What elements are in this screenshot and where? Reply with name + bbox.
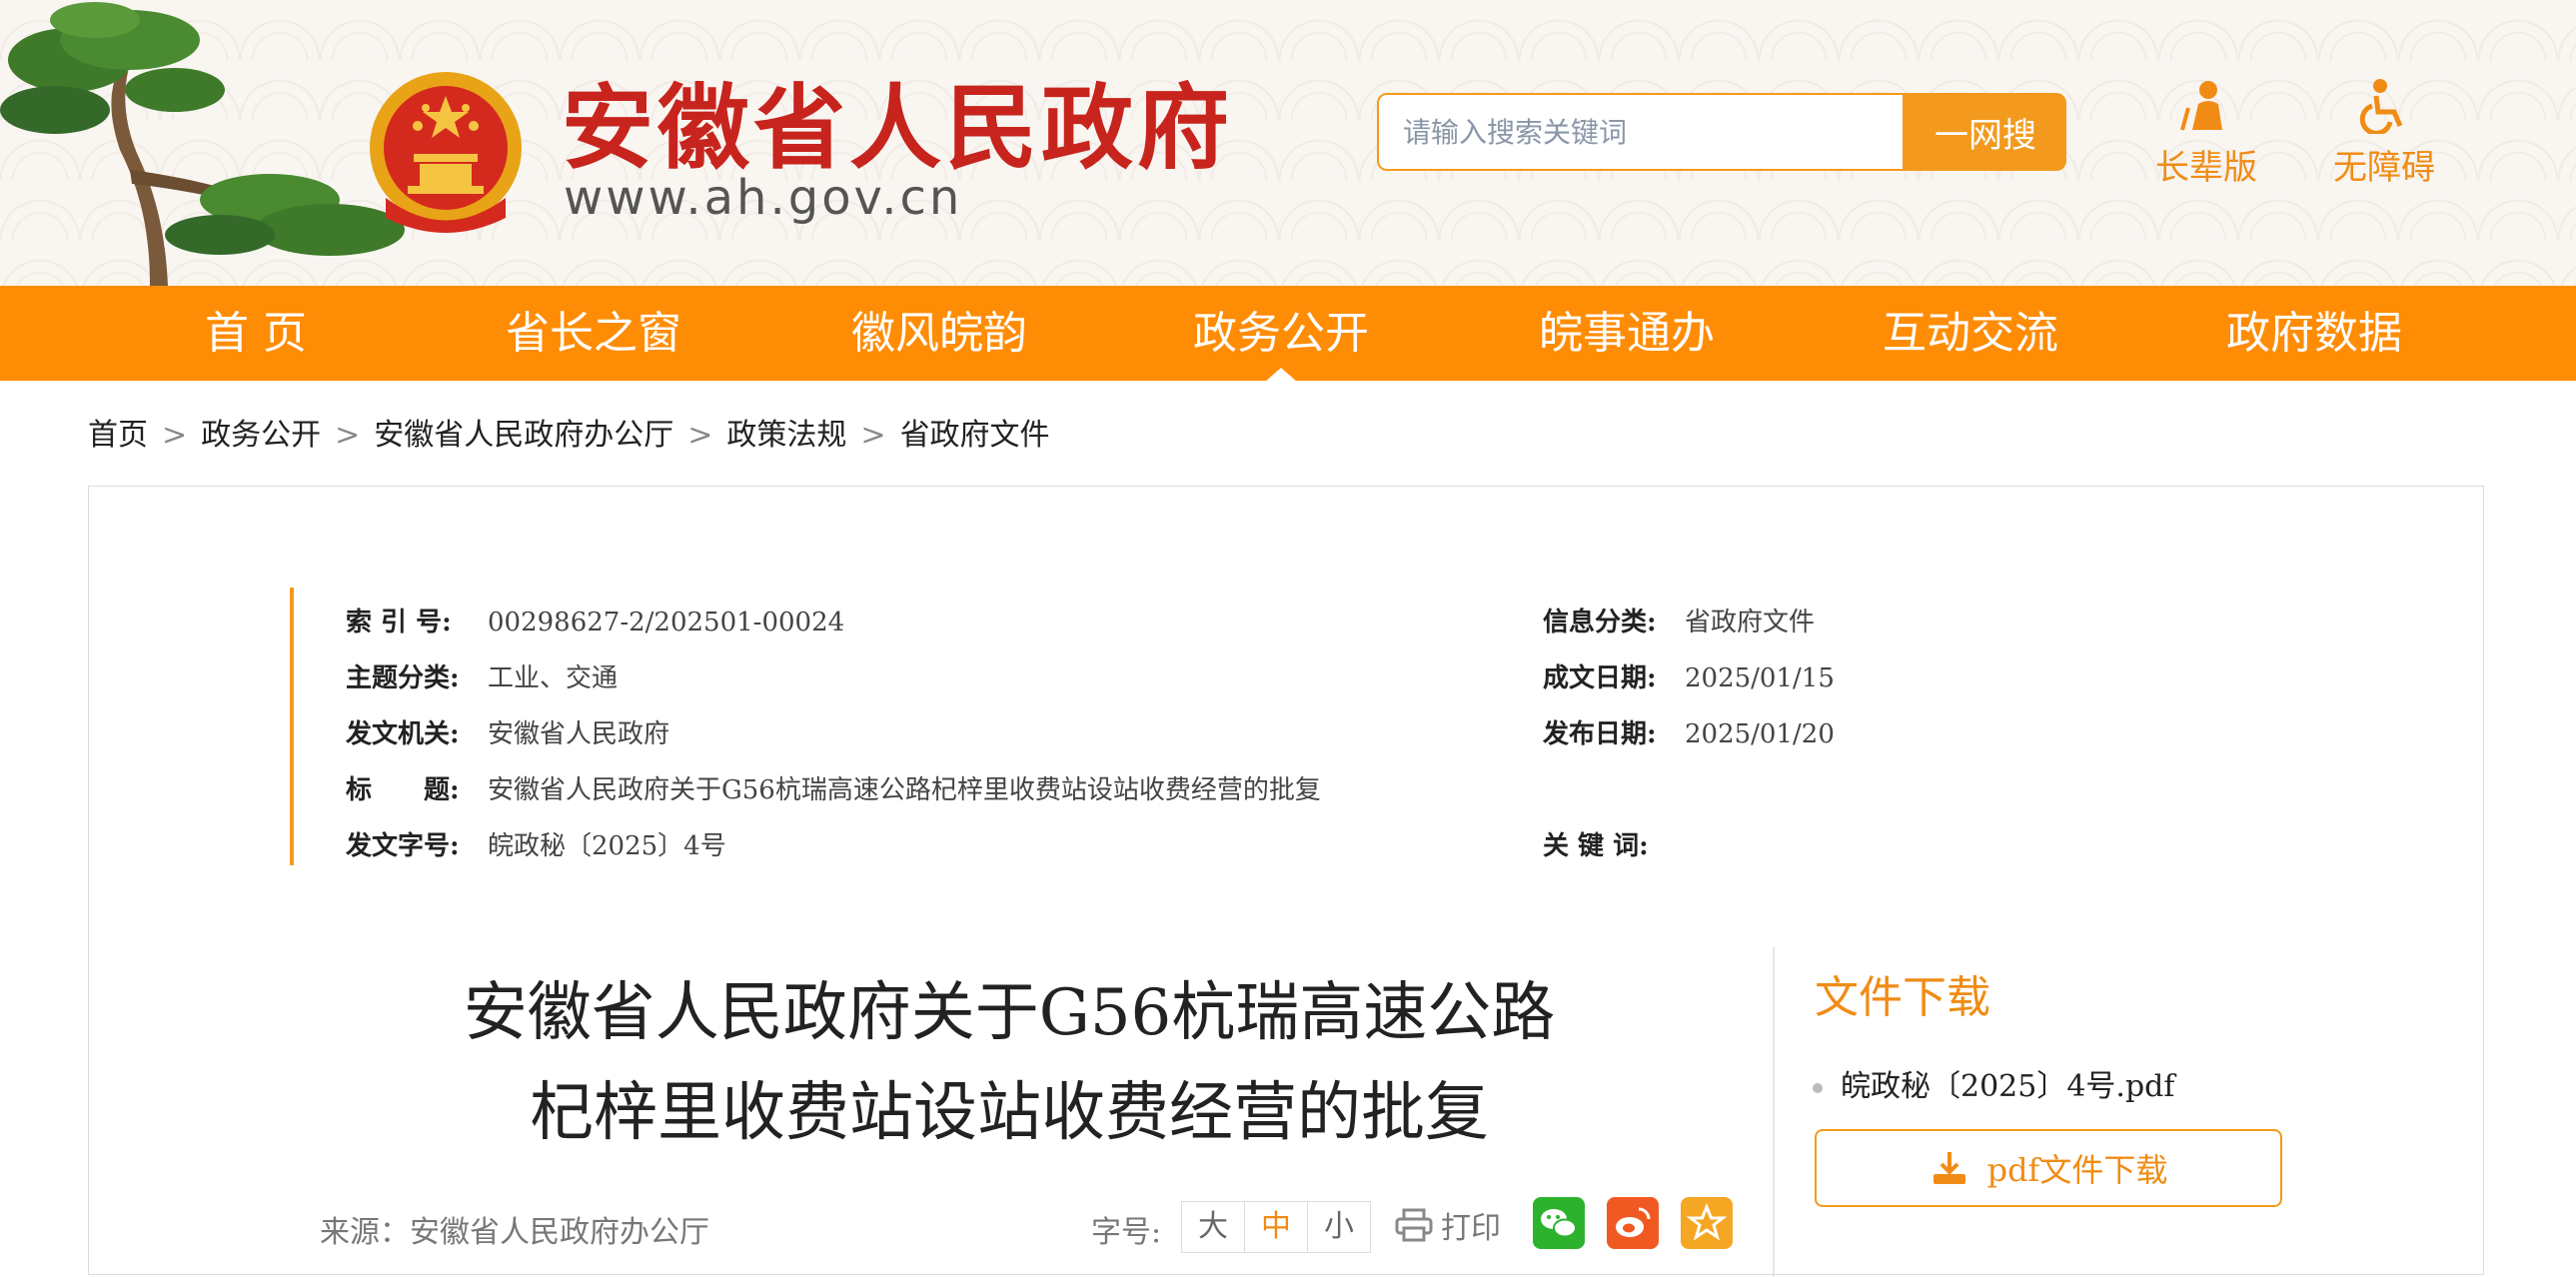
meta-label: 发文字号: [346, 831, 460, 861]
search-button[interactable]: 一网搜 [1905, 93, 2066, 171]
meta-label: 发布日期: [1543, 719, 1657, 749]
meta-value: 皖政秘〔2025〕4号 [488, 831, 726, 861]
download-file-name: 皖政秘〔2025〕4号.pdf [1841, 1069, 2175, 1104]
breadcrumb-office[interactable]: 安徽省人民政府办公厅 [374, 418, 673, 453]
breadcrumb-gov-affairs[interactable]: 政务公开 [201, 418, 321, 453]
meta-index-no: 索 引 号: 00298627-2/202501-00024 [346, 602, 844, 638]
search-input[interactable] [1379, 95, 1903, 169]
site-header: 安徽省人民政府 www.ah.gov.cn 一网搜 长辈版 无障碍 [0, 0, 2576, 286]
nav-item-home[interactable]: 首 页 [106, 286, 406, 381]
meta-label: 信息分类: [1543, 608, 1657, 638]
nav-item-culture[interactable]: 徽风皖韵 [789, 286, 1089, 381]
meta-label: 关 键 词: [1543, 831, 1649, 861]
meta-value: 工业、交通 [488, 663, 619, 693]
breadcrumb-separator: > [162, 418, 188, 453]
elder-mode-button[interactable]: 长辈版 [2146, 78, 2266, 189]
breadcrumb-home[interactable]: 首页 [88, 418, 148, 453]
breadcrumb-policies[interactable]: 政策法规 [726, 418, 846, 453]
article-title-line: 杞梓里收费站设站收费经营的批复 [530, 1076, 1489, 1150]
meta-written-date: 成文日期: 2025/01/15 [1543, 657, 1835, 694]
font-size-large-button[interactable]: 大 [1182, 1202, 1245, 1252]
wechat-icon [1541, 1209, 1577, 1238]
meta-label: 成文日期: [1543, 663, 1657, 693]
accessibility-label: 无障碍 [2333, 148, 2435, 188]
favorite-icon [1686, 1203, 1728, 1241]
nav-item-data[interactable]: 政府数据 [2164, 286, 2464, 381]
meta-label: 发文机关: [346, 719, 460, 749]
nav-item-services[interactable]: 皖事通办 [1477, 286, 1777, 381]
meta-label: 主题分类: [346, 663, 460, 693]
wheelchair-icon [2359, 79, 2403, 134]
meta-value: 省政府文件 [1685, 608, 1816, 638]
meta-keywords: 关 键 词: [1543, 825, 1685, 862]
download-icon [1932, 1152, 1965, 1184]
font-size-selector: 大 中 小 [1181, 1201, 1371, 1253]
meta-doc-no: 发文字号: 皖政秘〔2025〕4号 [346, 825, 726, 862]
document-meta-box: 索 引 号: 00298627-2/202501-00024 信息分类: 省政府文件… [290, 588, 2192, 865]
breadcrumb: 首页 > 政务公开 > 安徽省人民政府办公厅 > 政策法规 > 省政府文件 [88, 410, 1050, 454]
meta-label: 索 引 号: [346, 608, 452, 638]
search-field[interactable] [1377, 93, 1905, 171]
nav-item-gov-affairs[interactable]: 政务公开 [1131, 286, 1431, 382]
print-label: 打印 [1441, 1211, 1501, 1246]
breadcrumb-provincial-docs[interactable]: 省政府文件 [900, 418, 1050, 453]
breadcrumb-separator: > [860, 418, 886, 453]
meta-publish-date: 发布日期: 2025/01/20 [1543, 713, 1835, 750]
meta-value: 安徽省人民政府 [488, 719, 670, 749]
accessibility-button[interactable]: 无障碍 [2324, 78, 2444, 189]
share-wechat-button[interactable] [1533, 1197, 1585, 1249]
pdf-download-label: pdf文件下载 [1986, 1151, 2168, 1189]
download-section-title: 文件下载 [1815, 972, 1990, 1023]
main-nav: 首 页 省长之窗 徽风皖韵 政务公开 皖事通办 互动交流 政府数据 [0, 286, 2576, 382]
site-name: 安徽省人民政府 [562, 75, 1234, 182]
elder-mode-label: 长辈版 [2155, 148, 2257, 188]
national-emblem-logo [370, 72, 522, 233]
meta-value: 2025/01/20 [1685, 719, 1835, 749]
bullet-dot [1813, 1083, 1823, 1093]
pdf-download-button[interactable]: pdf文件下载 [1815, 1129, 2282, 1207]
print-button[interactable]: 打印 [1395, 1203, 1501, 1247]
meta-label: 标 题: [346, 775, 460, 805]
font-size-small-button[interactable]: 小 [1308, 1202, 1370, 1252]
site-url: www.ah.gov.cn [564, 170, 963, 226]
download-file-link[interactable]: 皖政秘〔2025〕4号.pdf [1813, 1061, 2174, 1105]
meta-issuer: 发文机关: 安徽省人民政府 [346, 713, 669, 750]
nav-item-interaction[interactable]: 互动交流 [1821, 286, 2120, 381]
meta-category: 信息分类: 省政府文件 [1543, 602, 1815, 638]
sidebar-divider [1773, 947, 1775, 1277]
meta-topic: 主题分类: 工业、交通 [346, 657, 618, 694]
share-weibo-button[interactable] [1607, 1197, 1659, 1249]
breadcrumb-separator: > [335, 418, 361, 453]
article-source: 来源：安徽省人民政府办公厅 [320, 1215, 709, 1250]
meta-value: 00298627-2/202501-00024 [488, 608, 845, 638]
weibo-icon [1616, 1207, 1651, 1237]
breadcrumb-separator: > [687, 418, 713, 453]
nav-item-governor[interactable]: 省长之窗 [444, 286, 743, 381]
favorite-button[interactable] [1681, 1197, 1733, 1249]
font-size-medium-button[interactable]: 中 [1245, 1202, 1308, 1252]
article-title: 安徽省人民政府关于G56杭瑞高速公路 杞梓里收费站设站收费经营的批复 [340, 963, 1679, 1163]
elder-icon [2180, 81, 2222, 131]
meta-value: 安徽省人民政府关于G56杭瑞高速公路杞梓里收费站设站收费经营的批复 [488, 775, 1321, 805]
printer-icon [1395, 1208, 1433, 1242]
article-title-line: 安徽省人民政府关于G56杭瑞高速公路 [463, 976, 1556, 1050]
font-size-label: 字号: [1091, 1215, 1162, 1250]
meta-value: 2025/01/15 [1685, 663, 1835, 693]
meta-title: 标 题: 安徽省人民政府关于G56杭瑞高速公路杞梓里收费站设站收费经营的批复 [346, 769, 1321, 806]
